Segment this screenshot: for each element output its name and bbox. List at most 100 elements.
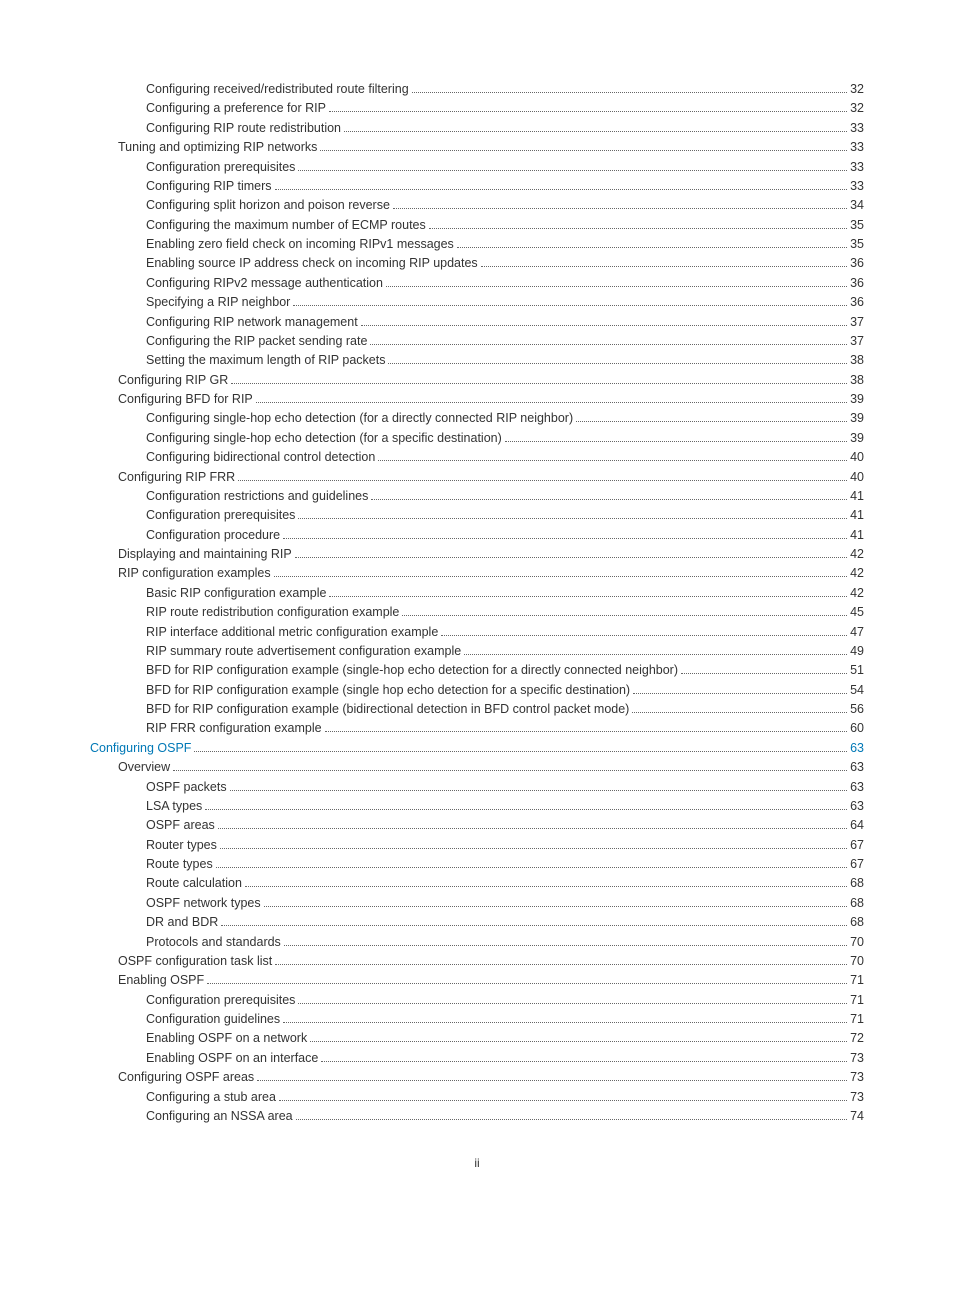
toc-leader-dots	[371, 499, 847, 500]
toc-entry-label: Configuring RIP network management	[146, 313, 358, 332]
toc-entry[interactable]: Configuring a stub area73	[90, 1088, 864, 1107]
toc-entry[interactable]: Configuring the RIP packet sending rate3…	[90, 332, 864, 351]
toc-entry[interactable]: Configuring RIP network management37	[90, 313, 864, 332]
toc-entry[interactable]: Configuring RIP route redistribution33	[90, 119, 864, 138]
toc-entry-page: 70	[850, 952, 864, 971]
toc-entry[interactable]: Configuration restrictions and guideline…	[90, 487, 864, 506]
toc-entry[interactable]: RIP summary route advertisement configur…	[90, 642, 864, 661]
toc-leader-dots	[173, 770, 847, 771]
toc-entry-label: DR and BDR	[146, 913, 218, 932]
toc-entry[interactable]: Configuring RIP FRR40	[90, 468, 864, 487]
toc-entry[interactable]: Enabling zero field check on incoming RI…	[90, 235, 864, 254]
toc-entry[interactable]: Configuring an NSSA area74	[90, 1107, 864, 1126]
toc-entry[interactable]: Configuring RIP timers33	[90, 177, 864, 196]
toc-entry[interactable]: Configuration procedure 41	[90, 526, 864, 545]
toc-entry-page: 70	[850, 933, 864, 952]
toc-entry-page: 63	[850, 758, 864, 777]
toc-entry-label: Configuring a stub area	[146, 1088, 276, 1107]
toc-entry[interactable]: Route calculation68	[90, 874, 864, 893]
toc-entry[interactable]: Configuration guidelines71	[90, 1010, 864, 1029]
toc-entry[interactable]: OSPF areas64	[90, 816, 864, 835]
toc-leader-dots	[245, 886, 847, 887]
toc-entry[interactable]: Configuration prerequisites71	[90, 991, 864, 1010]
toc-entry[interactable]: Displaying and maintaining RIP42	[90, 545, 864, 564]
toc-entry-label: RIP summary route advertisement configur…	[146, 642, 461, 661]
toc-entry-label: Configuring the maximum number of ECMP r…	[146, 216, 426, 235]
toc-entry[interactable]: Configuring OSPF areas73	[90, 1068, 864, 1087]
toc-entry[interactable]: Enabling source IP address check on inco…	[90, 254, 864, 273]
toc-entry[interactable]: Configuring BFD for RIP39	[90, 390, 864, 409]
toc-entry-label: OSPF packets	[146, 778, 227, 797]
toc-leader-dots	[329, 596, 847, 597]
toc-entry-label: Configuring OSPF	[90, 739, 191, 758]
toc-entry[interactable]: Setting the maximum length of RIP packet…	[90, 351, 864, 370]
toc-entry-label: RIP interface additional metric configur…	[146, 623, 438, 642]
toc-leader-dots	[633, 693, 847, 694]
toc-entry[interactable]: RIP route redistribution configuration e…	[90, 603, 864, 622]
toc-entry-label: Configuring single-hop echo detection (f…	[146, 409, 573, 428]
toc-entry[interactable]: OSPF configuration task list 70	[90, 952, 864, 971]
toc-entry[interactable]: BFD for RIP configuration example (singl…	[90, 681, 864, 700]
toc-entry[interactable]: RIP FRR configuration example60	[90, 719, 864, 738]
toc-entry[interactable]: Enabling OSPF71	[90, 971, 864, 990]
toc-leader-dots	[402, 615, 847, 616]
toc-entry-label: Enabling OSPF on a network	[146, 1029, 307, 1048]
toc-entry-page: 68	[850, 913, 864, 932]
toc-entry[interactable]: Enabling OSPF on a network72	[90, 1029, 864, 1048]
toc-entry[interactable]: Overview63	[90, 758, 864, 777]
toc-entry-page: 41	[850, 526, 864, 545]
toc-entry-page: 73	[850, 1068, 864, 1087]
toc-entry[interactable]: Configuring bidirectional control detect…	[90, 448, 864, 467]
toc-entry[interactable]: Configuring RIP GR38	[90, 371, 864, 390]
toc-entry[interactable]: Specifying a RIP neighbor36	[90, 293, 864, 312]
toc-leader-dots	[256, 402, 847, 403]
toc-entry[interactable]: Configuring single-hop echo detection (f…	[90, 429, 864, 448]
toc-entry[interactable]: Tuning and optimizing RIP networks33	[90, 138, 864, 157]
toc-entry[interactable]: Configuration prerequisites41	[90, 506, 864, 525]
toc-entry-label: OSPF configuration task list	[118, 952, 272, 971]
toc-entry[interactable]: Configuring split horizon and poison rev…	[90, 196, 864, 215]
toc-entry-label: Configuration procedure	[146, 526, 280, 545]
toc-leader-dots	[320, 150, 847, 151]
toc-entry[interactable]: Router types67	[90, 836, 864, 855]
toc-leader-dots	[230, 790, 848, 791]
toc-entry-page: 40	[850, 448, 864, 467]
toc-entry[interactable]: Route types67	[90, 855, 864, 874]
toc-entry[interactable]: Configuring single-hop echo detection (f…	[90, 409, 864, 428]
toc-entry[interactable]: DR and BDR 68	[90, 913, 864, 932]
toc-leader-dots	[388, 363, 847, 364]
toc-entry[interactable]: OSPF packets63	[90, 778, 864, 797]
toc-entry[interactable]: RIP interface additional metric configur…	[90, 623, 864, 642]
toc-entry[interactable]: Configuring OSPF63	[90, 739, 864, 758]
toc-entry[interactable]: LSA types63	[90, 797, 864, 816]
toc-leader-dots	[283, 1022, 847, 1023]
toc-entry[interactable]: Configuring RIPv2 message authentication…	[90, 274, 864, 293]
toc-entry[interactable]: RIP configuration examples42	[90, 564, 864, 583]
toc-entry-label: Configuring single-hop echo detection (f…	[146, 429, 502, 448]
toc-entry-page: 35	[850, 216, 864, 235]
toc-entry[interactable]: Enabling OSPF on an interface73	[90, 1049, 864, 1068]
toc-entry[interactable]: Configuration prerequisites33	[90, 158, 864, 177]
toc-entry-label: Route types	[146, 855, 213, 874]
toc-leader-dots	[194, 751, 847, 752]
toc-entry-label: Configuring RIP GR	[118, 371, 228, 390]
toc-entry-page: 71	[850, 971, 864, 990]
toc-entry[interactable]: OSPF network types68	[90, 894, 864, 913]
toc-entry-page: 41	[850, 506, 864, 525]
toc-entry-label: Protocols and standards	[146, 933, 281, 952]
toc-entry-page: 39	[850, 409, 864, 428]
toc-entry[interactable]: BFD for RIP configuration example (singl…	[90, 661, 864, 680]
toc-leader-dots	[386, 286, 847, 287]
toc-entry[interactable]: BFD for RIP configuration example (bidir…	[90, 700, 864, 719]
toc-leader-dots	[231, 383, 847, 384]
toc-leader-dots	[279, 1100, 847, 1101]
toc-entry[interactable]: Configuring a preference for RIP32	[90, 99, 864, 118]
toc-entry-label: OSPF areas	[146, 816, 215, 835]
toc-entry[interactable]: Basic RIP configuration example42	[90, 584, 864, 603]
toc-leader-dots	[274, 576, 847, 577]
toc-entry[interactable]: Configuring received/redistributed route…	[90, 80, 864, 99]
toc-entry-label: Specifying a RIP neighbor	[146, 293, 290, 312]
toc-entry[interactable]: Configuring the maximum number of ECMP r…	[90, 216, 864, 235]
toc-entry[interactable]: Protocols and standards 70	[90, 933, 864, 952]
toc-leader-dots	[681, 673, 847, 674]
